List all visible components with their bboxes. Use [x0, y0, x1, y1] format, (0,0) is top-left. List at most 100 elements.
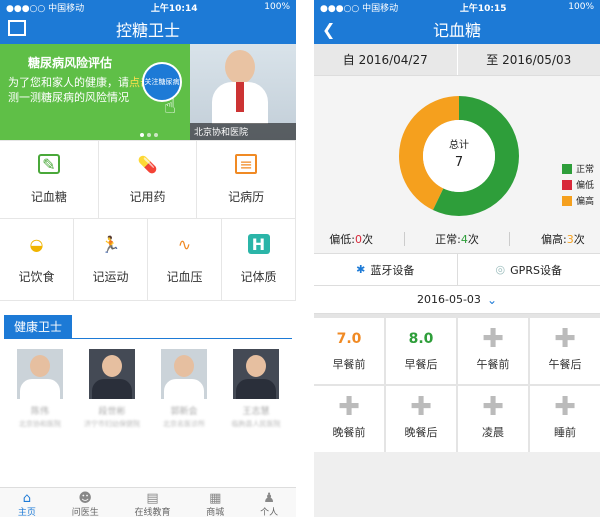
doctor-card[interactable]: 陈伟 北京协和医院: [7, 349, 73, 429]
record-icon: ≡: [235, 154, 258, 174]
doctor-card[interactable]: 郭新会 北京名医诊所: [151, 349, 217, 429]
add-icon: ✚: [482, 392, 504, 422]
add-icon: ✚: [554, 324, 576, 354]
clock-label: 上午10:15: [459, 3, 507, 14]
legend-label: 偏低: [575, 181, 594, 191]
tab-home[interactable]: ⌂ 主页: [18, 491, 36, 517]
reading-value: 7.0: [336, 331, 362, 347]
doctor-name: 段世彬: [98, 407, 126, 417]
reading-slot[interactable]: ✚ 晚餐前: [314, 386, 384, 452]
photo-caption: 北京协和医院: [190, 123, 296, 140]
total-value: 7: [455, 155, 463, 170]
pen-icon: ✎: [37, 154, 60, 174]
reading-slot[interactable]: 7.0 早餐前: [314, 318, 384, 384]
scan-button[interactable]: [8, 20, 26, 36]
bluetooth-device-button[interactable]: ✱ 蓝牙设备: [314, 254, 458, 285]
tab-mall[interactable]: ▦ 商城: [206, 491, 224, 517]
carrier-label: ●●●○○ 中国移动: [320, 3, 399, 14]
clock-label: 上午10:14: [150, 3, 198, 14]
battery-label: 100%: [568, 2, 594, 12]
person-icon: ♟: [263, 491, 275, 506]
doctor-hospital: 北京名医诊所: [163, 420, 205, 428]
top-nav-bar: 控糖卫士: [0, 14, 296, 44]
feature-record-medication[interactable]: 💊 记用药: [98, 141, 198, 219]
signal-icon: ◎: [495, 263, 506, 276]
date-from[interactable]: 自 2016/04/27: [314, 44, 458, 75]
high-count: 偏高:3次: [540, 232, 585, 246]
reading-slot[interactable]: ✚ 午餐前: [458, 318, 528, 384]
health-h-icon: H: [247, 234, 270, 254]
reading-slot[interactable]: ✚ 凌晨: [458, 386, 528, 452]
doctor-card[interactable]: 王志慧 临朐县人民医院: [223, 349, 289, 429]
feature-record-physique[interactable]: H 记体质: [222, 219, 296, 301]
tab-education[interactable]: ▤ 在线教育: [134, 491, 170, 517]
blood-pressure-icon: ∿: [177, 234, 192, 254]
doctor-card[interactable]: 段世彬 济宁市妇幼保健院: [79, 349, 145, 429]
page-title: 控糖卫士: [115, 21, 180, 40]
date-picker[interactable]: 2016-05-03 ⌄: [314, 286, 600, 314]
pill-icon: 💊: [137, 154, 158, 174]
tab-ask-doctor[interactable]: ☻ 问医生: [72, 491, 99, 517]
running-icon: 🏃: [100, 234, 121, 254]
reading-label: 午餐后: [548, 358, 582, 371]
feature-label: 记饮食: [18, 270, 55, 284]
reading-slot[interactable]: ✚ 睡前: [530, 386, 600, 452]
add-icon: ✚: [338, 392, 360, 422]
feature-record-blood-pressure[interactable]: ∿ 记血压: [148, 219, 222, 301]
low-count-value: 0: [355, 232, 362, 246]
doctor-name: 陈伟: [30, 407, 49, 417]
reading-slot[interactable]: 8.0 早餐后: [386, 318, 456, 384]
feature-record-glucose[interactable]: ✎ 记血糖: [0, 141, 99, 219]
normal-count: 正常:4次: [435, 232, 479, 246]
add-icon: ✚: [554, 392, 576, 422]
bowl-icon: ◒: [29, 234, 44, 254]
feature-label: 记体质: [240, 270, 277, 284]
risk-assessment-banner[interactable]: 糖尿病风险评估 为了您和家人的健康，请点击这里测一测糖尿病的风险情况 关注糖尿病…: [0, 44, 296, 140]
normal-count-value: 4: [460, 232, 468, 246]
banner-text-panel: 糖尿病风险评估 为了您和家人的健康，请点击这里测一测糖尿病的风险情况 关注糖尿病…: [0, 44, 190, 140]
date-range: 自 2016/04/27 至 2016/05/03: [314, 44, 600, 76]
date-to[interactable]: 至 2016/05/03: [458, 44, 600, 75]
left-screen: ●●●○○ 中国移动 上午10:14 100% 控糖卫士 糖尿病风险评估 为了您…: [0, 0, 296, 517]
home-icon: ⌂: [22, 491, 32, 506]
feature-record-history[interactable]: ≡ 记病历: [197, 141, 296, 219]
count-summary: 偏低:0次 正常:4次 偏高:3次: [314, 224, 600, 254]
reading-label: 早餐后: [404, 358, 438, 371]
store-icon: ▦: [209, 491, 222, 506]
page-title: 记血糖: [432, 21, 481, 40]
doctor-figure: [212, 46, 268, 126]
reading-label: 晚餐前: [332, 426, 366, 439]
bottom-tab-bar: ⌂ 主页 ☻ 问医生 ▤ 在线教育 ▦ 商城 ♟ 个人: [0, 487, 296, 517]
glucose-donut-chart: 总计 7 正常 偏低 偏高: [314, 76, 600, 224]
carousel-dots[interactable]: [140, 133, 158, 137]
reading-slot[interactable]: ✚ 午餐后: [530, 318, 600, 384]
doctor-icon: ☻: [78, 491, 92, 506]
diabetes-badge: 关注糖尿病: [142, 62, 182, 102]
status-bar: ●●●○○ 中国移动 上午10:14 100%: [0, 0, 296, 14]
legend-label: 偏高: [575, 197, 594, 207]
legend-swatch: [561, 195, 572, 206]
tab-profile[interactable]: ♟ 个人: [260, 491, 278, 517]
reading-value: 8.0: [408, 331, 434, 347]
feature-label: 记病历: [228, 190, 265, 204]
reading-label: 凌晨: [482, 426, 504, 439]
back-button[interactable]: ❮: [322, 20, 335, 39]
status-bar: ●●●○○ 中国移动 上午10:15 100%: [314, 0, 600, 14]
chevron-left-icon: ❮: [322, 20, 336, 39]
gprs-device-button[interactable]: ◎ GPRS设备: [458, 254, 600, 285]
reading-label: 早餐前: [332, 358, 366, 371]
doctor-hospital: 北京协和医院: [19, 420, 61, 428]
pointer-hand-icon: ☝: [163, 94, 176, 118]
feature-grid-row2: ◒ 记饮食 🏃 记运动 ∿ 记血压 H 记体质: [0, 219, 296, 301]
feature-label: 记血糖: [30, 190, 67, 204]
banner-text-pre: 为了您和家人的健康，请: [8, 76, 129, 89]
feature-grid-row1: ✎ 记血糖 💊 记用药 ≡ 记病历: [0, 140, 296, 219]
reading-slot[interactable]: ✚ 晚餐后: [386, 386, 456, 452]
carrier-label: ●●●○○ 中国移动: [6, 3, 85, 14]
legend-swatch: [561, 179, 572, 190]
feature-record-exercise[interactable]: 🏃 记运动: [74, 219, 148, 301]
doctor-name: 郭新会: [170, 407, 198, 417]
legend-swatch: [561, 163, 572, 174]
scan-icon: [8, 20, 26, 36]
feature-record-diet[interactable]: ◒ 记饮食: [0, 219, 74, 301]
